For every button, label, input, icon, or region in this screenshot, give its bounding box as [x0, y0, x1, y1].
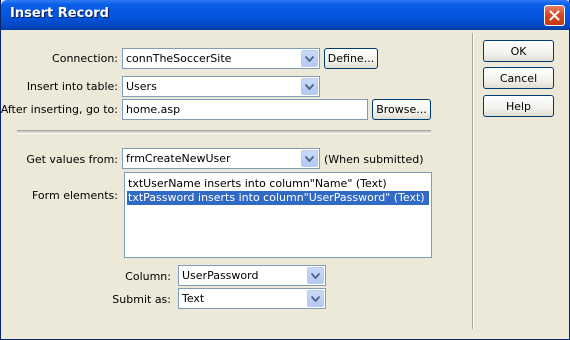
after-inserting-label: After inserting, go to:	[0, 103, 118, 116]
list-item[interactable]: txtUserName inserts into column"Name" (T…	[127, 177, 429, 191]
get-values-label: Get values from:	[26, 153, 118, 166]
after-inserting-input[interactable]: home.asp	[122, 99, 368, 120]
column-select[interactable]: UserPassword	[178, 265, 326, 286]
cancel-button[interactable]: Cancel	[483, 67, 554, 89]
insert-into-table-label: Insert into table:	[26, 80, 118, 93]
browse-button[interactable]: Browse...	[372, 99, 431, 120]
insert-record-dialog: Insert Record Connection: connTheSoccerS…	[0, 0, 570, 340]
close-button[interactable]	[544, 5, 565, 26]
after-inserting-value: home.asp	[126, 103, 181, 116]
section-divider	[17, 130, 431, 134]
when-submitted-note: (When submitted)	[324, 153, 424, 166]
column-dropdown-button[interactable]	[307, 267, 324, 284]
help-button[interactable]: Help	[483, 95, 554, 117]
button-column-separator	[472, 33, 474, 329]
dialog-title: Insert Record	[10, 6, 109, 21]
table-dropdown-button[interactable]	[301, 78, 318, 95]
ok-button[interactable]: OK	[483, 40, 554, 62]
table-select[interactable]: Users	[122, 76, 320, 97]
connection-value: connTheSoccerSite	[126, 52, 232, 65]
chevron-down-icon	[305, 155, 314, 162]
form-dropdown-button[interactable]	[301, 150, 318, 167]
chevron-down-icon	[305, 55, 314, 62]
connection-select[interactable]: connTheSoccerSite	[122, 48, 320, 69]
submit-as-label: Submit as:	[112, 293, 171, 306]
form-elements-label: Form elements:	[31, 189, 118, 202]
column-value: UserPassword	[182, 269, 259, 282]
close-icon	[549, 10, 560, 21]
form-elements-list[interactable]: txtUserName inserts into column"Name" (T…	[124, 172, 432, 258]
submit-as-dropdown-button[interactable]	[307, 290, 324, 307]
connection-dropdown-button[interactable]	[301, 50, 318, 67]
form-value: frmCreateNewUser	[126, 152, 231, 165]
table-value: Users	[126, 80, 157, 93]
chevron-down-icon	[305, 83, 314, 90]
title-bar[interactable]: Insert Record	[1, 0, 570, 30]
column-label: Column:	[125, 270, 171, 283]
define-button[interactable]: Define...	[324, 48, 378, 69]
form-select[interactable]: frmCreateNewUser	[122, 148, 320, 169]
chevron-down-icon	[311, 295, 320, 302]
submit-as-value: Text	[182, 292, 205, 305]
chevron-down-icon	[311, 272, 320, 279]
submit-as-select[interactable]: Text	[178, 288, 326, 309]
list-item-selected[interactable]: txtPassword inserts into column"UserPass…	[127, 191, 429, 205]
connection-label: Connection:	[52, 52, 118, 65]
